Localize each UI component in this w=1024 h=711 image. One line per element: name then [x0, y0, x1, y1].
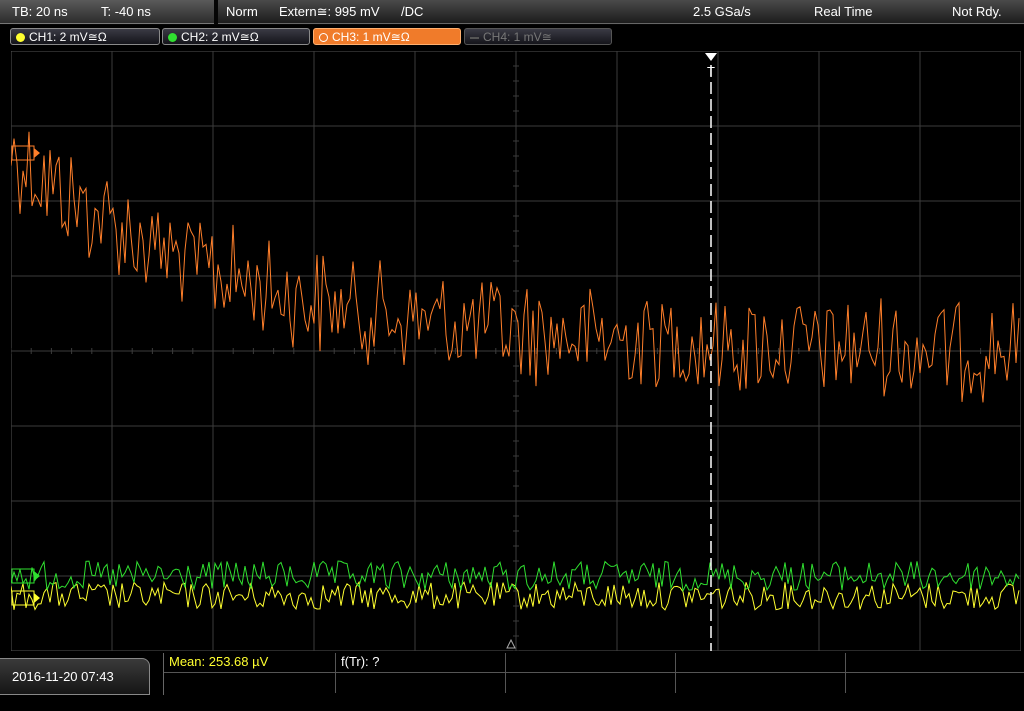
measurement-slot-4[interactable] [676, 653, 846, 673]
acquisition-state: Not Rdy. [952, 4, 1002, 19]
channel-1-button[interactable]: CH1: 2 mV≅Ω [10, 28, 160, 45]
channel-1-label: CH1: 2 mV≅Ω [29, 30, 107, 44]
waveform-display[interactable]: T [11, 51, 1021, 651]
channel-2-label: CH2: 2 mV≅Ω [181, 30, 259, 44]
top-bar: TB: 20 ns T: -40 ns Norm Extern≅: 995 mV… [0, 0, 1024, 25]
measurement-frequency-label: f(Tr): ? [341, 654, 380, 669]
datetime-label: 2016-11-20 07:43 [12, 669, 114, 684]
measurement-panel[interactable]: Mean: 253.68 µV f(Tr): ? [163, 653, 1024, 695]
measurement-slot-5[interactable] [846, 653, 1024, 673]
channel-1-dot [16, 33, 25, 42]
channel-2-button[interactable]: CH2: 2 mV≅Ω [162, 28, 310, 45]
measurement-slot-3[interactable] [506, 653, 676, 673]
measurement-slot-8[interactable] [506, 673, 676, 693]
trigger-marker-label: T [707, 64, 715, 79]
trigger-mode: Norm [226, 4, 258, 19]
trigger-coupling: /DC [401, 4, 424, 19]
trigger-time-label: T: -40 ns [101, 4, 151, 19]
measurement-mean[interactable]: Mean: 253.68 µV [164, 653, 336, 673]
channel-3-button[interactable]: CH3: 1 mV≅Ω [313, 28, 461, 45]
trigger-source: Extern≅: 995 mV [279, 4, 380, 19]
measurement-frequency[interactable]: f(Tr): ? [336, 653, 506, 673]
channel-2-dot [168, 33, 177, 42]
datetime-box[interactable]: 2016-11-20 07:43 [0, 658, 150, 695]
measurement-slot-9[interactable] [676, 673, 846, 693]
channel-4-dot [470, 37, 479, 39]
channel-3-dot [319, 33, 328, 42]
channel-4-label: CH4: 1 mV≅ [483, 30, 552, 44]
channel-3-label: CH3: 1 mV≅Ω [332, 30, 410, 44]
measurement-slot-10[interactable] [846, 673, 1024, 693]
measurement-slot-7[interactable] [336, 673, 506, 693]
status-bar[interactable]: Norm Extern≅: 995 mV /DC 2.5 GSa/s Real … [218, 0, 1024, 24]
bottom-bar: 2016-11-20 07:43 Mean: 253.68 µV f(Tr): … [0, 653, 1024, 695]
measurement-slot-6[interactable] [164, 673, 336, 693]
sample-rate: 2.5 GSa/s [693, 4, 751, 19]
measurement-mean-label: Mean: 253.68 µV [169, 654, 269, 669]
channel-4-button[interactable]: CH4: 1 mV≅ [464, 28, 612, 45]
acquisition-mode: Real Time [814, 4, 873, 19]
timebase-box[interactable]: TB: 20 ns T: -40 ns [0, 0, 214, 24]
channel-bar: CH1: 2 mV≅Ω CH2: 2 mV≅Ω CH3: 1 mV≅Ω CH4:… [0, 25, 1024, 49]
timebase-label: TB: 20 ns [12, 4, 68, 19]
